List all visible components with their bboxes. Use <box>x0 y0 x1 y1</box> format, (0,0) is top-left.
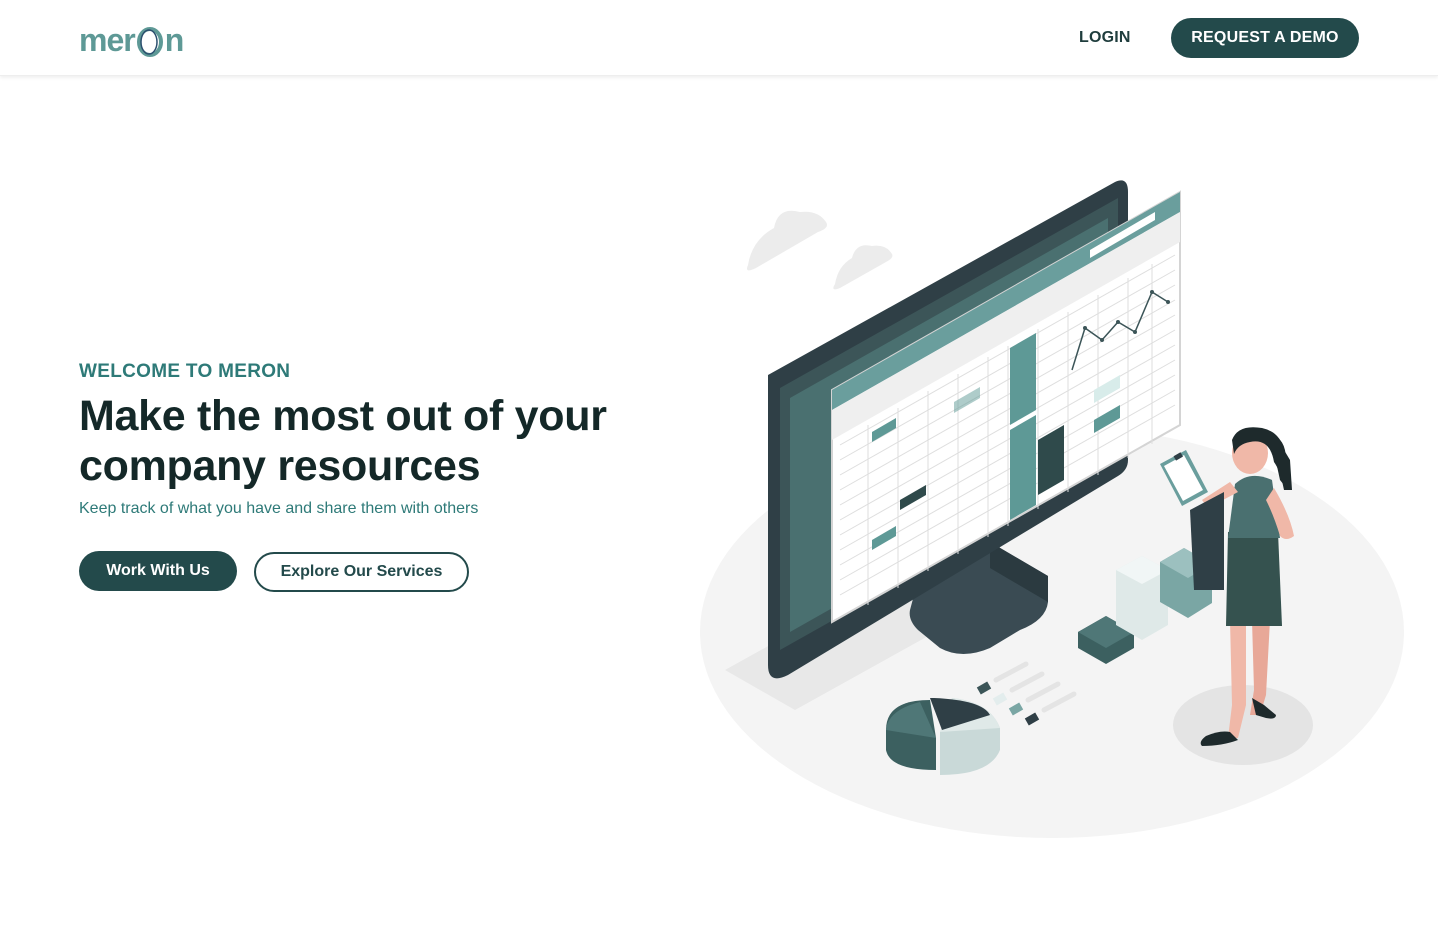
logo-prefix: mer <box>79 22 136 58</box>
login-link[interactable]: LOGIN <box>1079 27 1131 49</box>
work-with-us-button[interactable]: Work With Us <box>79 551 237 591</box>
logo-suffix: n <box>164 22 185 58</box>
hero-subtitle: Keep track of what you have and share th… <box>79 500 479 517</box>
pie-chart-icon <box>886 698 1000 775</box>
explore-services-button[interactable]: Explore Our Services <box>254 552 469 592</box>
hero-title: Make the most out of your company resour… <box>79 391 679 491</box>
navbar: mer n LOGIN REQUEST A DEMO <box>0 0 1438 76</box>
hero-eyebrow: WELCOME TO MERON <box>79 361 291 382</box>
hero-title-line-2: company resources <box>79 442 481 490</box>
meron-logo[interactable]: mer n <box>79 22 191 58</box>
logo-rings-icon <box>135 22 165 58</box>
dashboard-monitor-illustration <box>700 180 1404 838</box>
hero-title-line-1: Make the most out of your <box>79 392 607 440</box>
request-demo-button[interactable]: REQUEST A DEMO <box>1171 18 1359 58</box>
cloud-icon <box>747 210 893 290</box>
